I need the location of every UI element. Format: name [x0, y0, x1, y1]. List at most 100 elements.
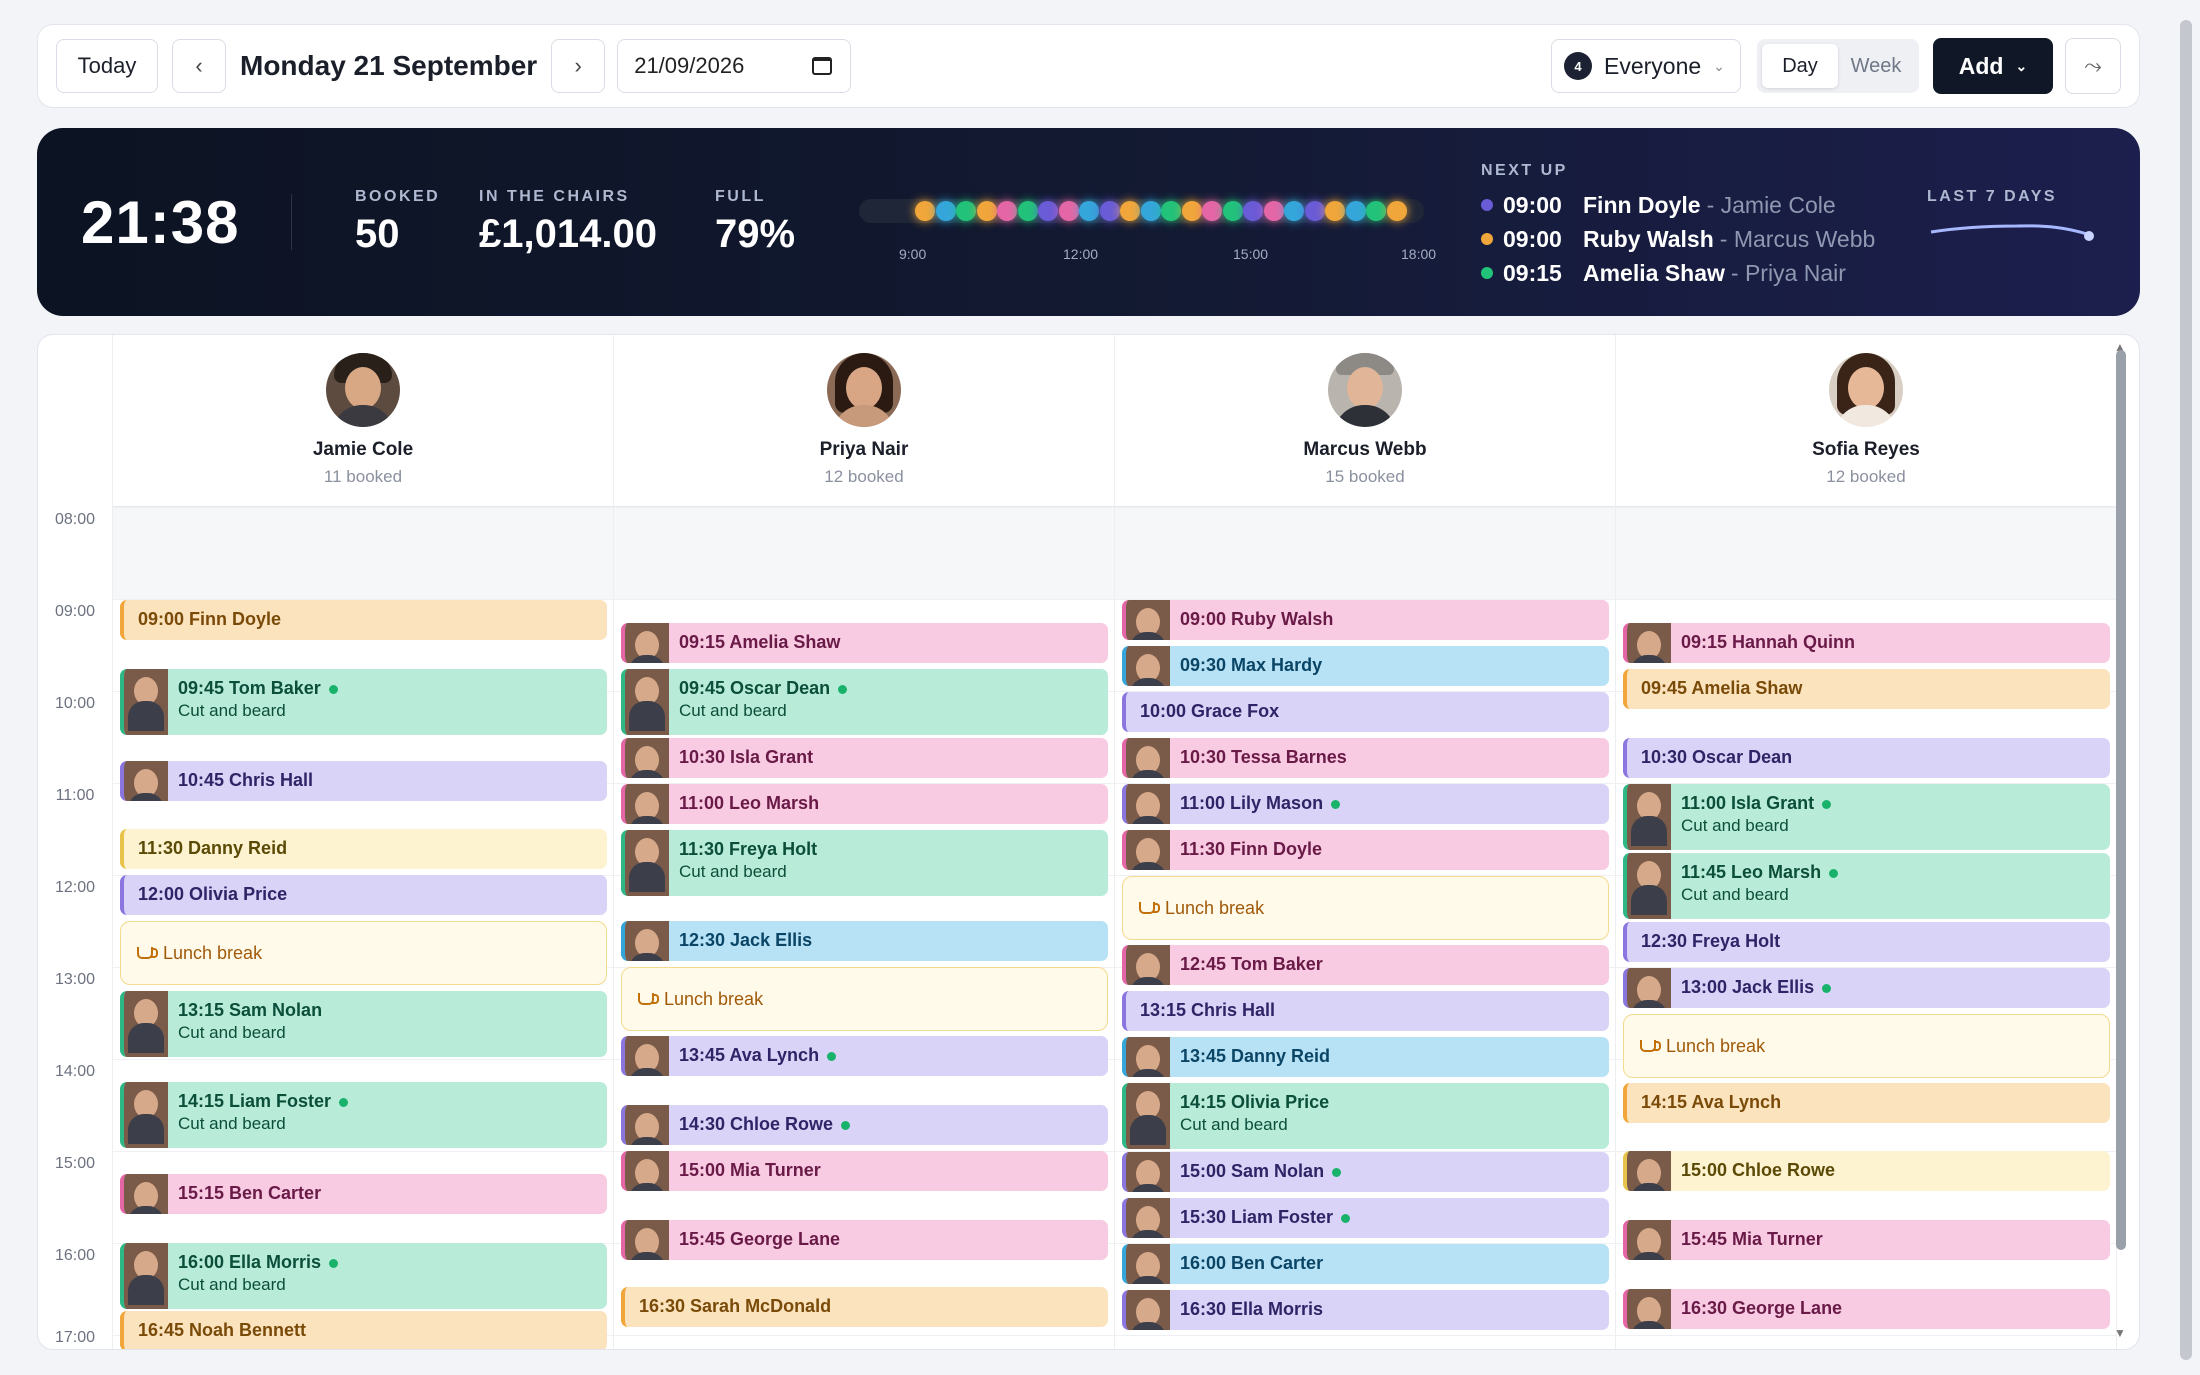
calendar-icon[interactable] — [812, 57, 833, 75]
view-toggle: Day Week — [1757, 39, 1919, 93]
status-dot — [1481, 233, 1493, 245]
appointment[interactable]: 09:30 Max Hardy — [1122, 646, 1609, 686]
lunch-break[interactable]: Lunch break — [1122, 876, 1609, 940]
client-photo — [1627, 623, 1671, 663]
tab-week[interactable]: Week — [1838, 44, 1914, 88]
collapse-button[interactable]: ⤳ — [2065, 38, 2121, 94]
appointment[interactable]: 09:45 Amelia Shaw — [1623, 669, 2110, 709]
staff-column-marcus[interactable]: Marcus Webb 15 booked — [1114, 335, 1615, 506]
appointment[interactable]: 11:00 Leo Marsh — [621, 784, 1108, 824]
appointment[interactable]: 14:15 Olivia Price Cut and beard — [1122, 1083, 1609, 1149]
client-photo — [1126, 830, 1170, 870]
next-up-item[interactable]: 09:00 Finn Doyle - Jamie Cole — [1481, 188, 1875, 222]
calendar-scrollbar[interactable] — [2116, 350, 2126, 1250]
appointment[interactable]: 10:30 Tessa Barnes — [1122, 738, 1609, 778]
appointment[interactable]: 15:15 Ben Carter — [120, 1174, 607, 1214]
staff-column-jamie[interactable]: Jamie Cole 11 booked — [112, 335, 613, 506]
timeline-tick: 12:00 — [1063, 246, 1099, 262]
timeline-booking-dot — [1345, 201, 1366, 221]
appointment[interactable]: 13:15 Sam Nolan Cut and beard — [120, 991, 607, 1057]
previous-day-button[interactable]: ‹ — [172, 39, 226, 93]
appointment[interactable]: 16:00 Ben Carter — [1122, 1244, 1609, 1284]
chevron-down-icon: ⌄ — [1713, 57, 1725, 74]
scroll-down-arrow[interactable]: ▼ — [2114, 1326, 2126, 1340]
appointment[interactable]: 11:30 Finn Doyle — [1122, 830, 1609, 870]
appointment[interactable]: 10:45 Chris Hall — [120, 761, 607, 801]
timeline-booking-dot — [997, 201, 1017, 221]
appointment[interactable]: 10:00 Grace Fox — [1122, 692, 1609, 732]
appointment[interactable]: 12:45 Tom Baker — [1122, 945, 1609, 985]
appointment[interactable]: 09:15 Amelia Shaw — [621, 623, 1108, 663]
appointment[interactable]: 12:00 Olivia Price — [120, 875, 607, 915]
tab-day[interactable]: Day — [1762, 44, 1838, 88]
appointment[interactable]: 13:00 Jack Ellis — [1623, 968, 2110, 1008]
lunch-break[interactable]: Lunch break — [120, 921, 607, 985]
staff-filter-label: Everyone — [1604, 52, 1702, 79]
appointment[interactable]: 10:30 Isla Grant — [621, 738, 1108, 778]
staff-column-priya[interactable]: Priya Nair 12 booked — [613, 335, 1114, 506]
appointment[interactable]: 16:30 Ella Morris — [1122, 1290, 1609, 1330]
status-dot — [1481, 199, 1493, 211]
appointment[interactable]: 16:30 George Lane — [1623, 1289, 2110, 1329]
client-photo — [1126, 1083, 1170, 1149]
appointment[interactable]: 11:30 Freya Holt Cut and beard — [621, 830, 1108, 896]
appointment[interactable]: 15:45 Mia Turner — [1623, 1220, 2110, 1260]
appointment[interactable]: 13:45 Danny Reid — [1122, 1037, 1609, 1077]
appointment[interactable]: 11:30 Danny Reid — [120, 829, 607, 869]
appointment[interactable]: 11:00 Lily Mason — [1122, 784, 1609, 824]
appointment[interactable]: 11:00 Isla Grant Cut and beard — [1623, 784, 2110, 850]
staff-filter-dropdown[interactable]: 4 Everyone ⌄ — [1551, 39, 1741, 93]
appointment[interactable]: 12:30 Freya Holt — [1623, 922, 2110, 962]
appointment[interactable]: 09:15 Hannah Quinn — [1623, 623, 2110, 663]
lunch-break[interactable]: Lunch break — [621, 967, 1108, 1031]
client-photo — [124, 761, 168, 801]
next-up-client: Amelia Shaw — [1583, 259, 1725, 286]
client-photo — [1126, 1290, 1170, 1330]
appointment[interactable]: 09:45 Oscar Dean Cut and beard — [621, 669, 1108, 735]
timeline-booking-dot — [1366, 201, 1386, 221]
client-photo — [1627, 853, 1671, 919]
appointment[interactable]: 09:00 Ruby Walsh — [1122, 600, 1609, 640]
appointment[interactable]: 16:30 Sarah McDonald — [621, 1287, 1108, 1327]
checked-in-dot — [1331, 799, 1341, 809]
current-time: 21:38 — [81, 189, 240, 256]
next-up-item[interactable]: 09:15 Amelia Shaw - Priya Nair — [1481, 256, 1875, 290]
appointment[interactable]: 13:15 Chris Hall — [1122, 991, 1609, 1031]
appointment[interactable]: 15:30 Liam Foster — [1122, 1198, 1609, 1238]
appointment[interactable]: 13:45 Ava Lynch — [621, 1036, 1108, 1076]
staff-booked-count: 12 booked — [824, 467, 904, 486]
client-photo — [1126, 738, 1170, 778]
chevron-down-icon: ⌄ — [2015, 57, 2028, 74]
hour-label: 08:00 — [54, 511, 96, 528]
timeline-booking-dot — [1243, 201, 1263, 221]
timeline-booking-dot — [1304, 201, 1325, 221]
appointment[interactable]: 12:30 Jack Ellis — [621, 921, 1108, 961]
appointment[interactable]: 14:15 Ava Lynch — [1623, 1083, 2110, 1123]
add-button[interactable]: Add ⌄ — [1933, 38, 2053, 94]
next-up-item[interactable]: 09:00 Ruby Walsh - Marcus Webb — [1481, 222, 1875, 256]
timeline-booking-dot — [1140, 201, 1161, 221]
appointment[interactable]: 14:30 Chloe Rowe — [621, 1105, 1108, 1145]
appointment[interactable]: 15:00 Chloe Rowe — [1623, 1151, 2110, 1191]
status-dot — [1481, 267, 1493, 279]
next-day-button[interactable]: › — [551, 39, 606, 93]
appointment[interactable]: 11:45 Leo Marsh Cut and beard — [1623, 853, 2110, 919]
today-button[interactable]: Today — [56, 39, 158, 93]
avatar — [827, 353, 901, 427]
appointment[interactable]: 09:00 Finn Doyle — [120, 600, 607, 640]
appointment[interactable]: 15:00 Sam Nolan — [1122, 1152, 1609, 1192]
appointment[interactable]: 16:45 Noah Bennett — [120, 1311, 607, 1349]
appointment[interactable]: 15:00 Mia Turner — [621, 1151, 1108, 1191]
appointment[interactable]: 10:30 Oscar Dean — [1623, 738, 2110, 778]
window-scrollbar[interactable] — [2180, 20, 2192, 1360]
appointment[interactable]: 09:45 Tom Baker Cut and beard — [120, 669, 607, 735]
appointment[interactable]: 16:00 Ella Morris Cut and beard — [120, 1243, 607, 1309]
in-chairs-label: IN THE CHAIRS — [479, 188, 630, 205]
timeline-tick: 18:00 — [1401, 246, 1437, 262]
appointment[interactable]: 15:45 George Lane — [621, 1220, 1108, 1260]
date-input[interactable]: 21/09/2026 — [617, 39, 852, 93]
client-photo — [625, 1105, 669, 1145]
staff-column-sofia[interactable]: Sofia Reyes 12 booked — [1615, 335, 2116, 506]
appointment[interactable]: 14:15 Liam Foster Cut and beard — [120, 1082, 607, 1148]
lunch-break[interactable]: Lunch break — [1623, 1014, 2110, 1078]
